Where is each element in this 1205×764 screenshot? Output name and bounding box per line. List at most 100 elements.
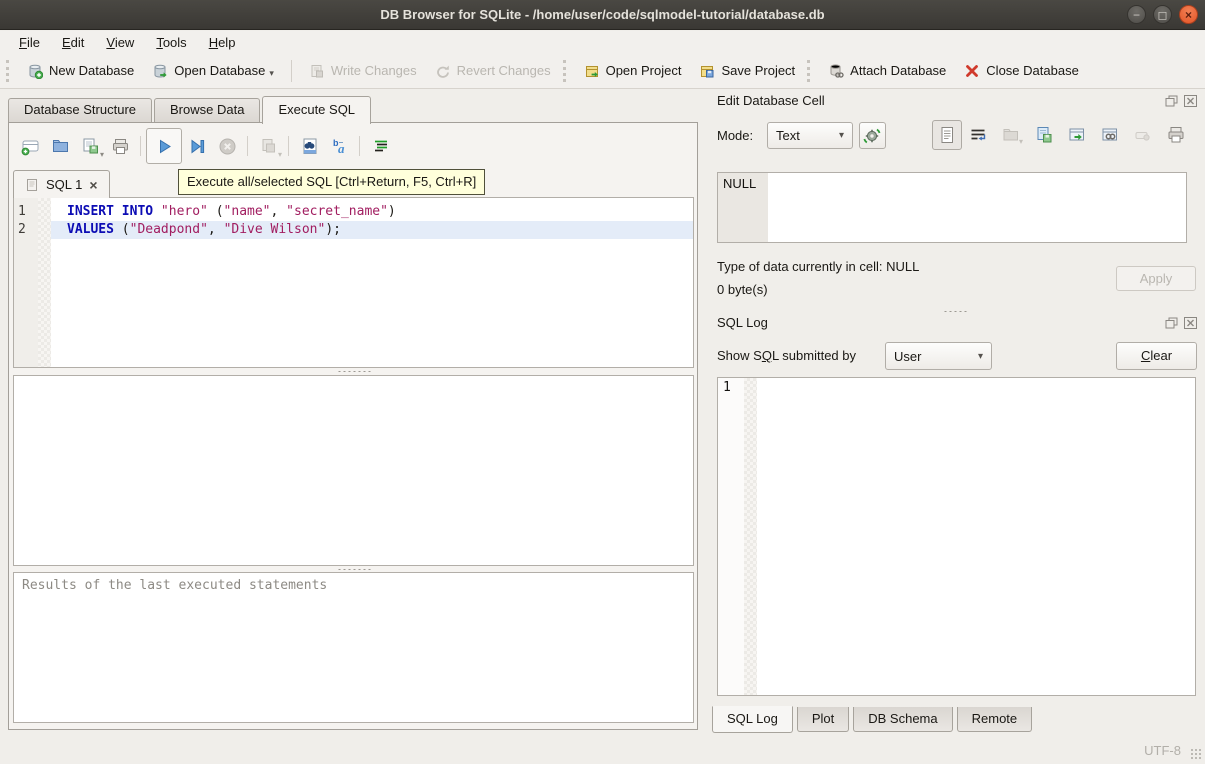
export-cell-data-icon[interactable]	[1031, 122, 1057, 148]
main-tabbar: Database Structure Browse Data Execute S…	[8, 96, 373, 123]
new-database-icon	[27, 63, 43, 79]
text-mode-icon[interactable]	[932, 120, 962, 150]
minimize-button[interactable]: −	[1127, 5, 1146, 24]
toolbar-drag-handle	[6, 60, 11, 82]
replace-icon[interactable]: ba	[324, 131, 354, 161]
results-message-area[interactable]: Results of the last executed statements	[13, 572, 694, 723]
attach-database-button[interactable]: Attach Database	[819, 59, 955, 83]
menu-tools[interactable]: Tools	[145, 33, 197, 52]
open-project-button[interactable]: Open Project	[575, 59, 691, 83]
tab-browse-data[interactable]: Browse Data	[154, 98, 260, 124]
save-project-button[interactable]: Save Project	[690, 59, 804, 83]
dock-close-icon[interactable]	[1183, 94, 1197, 107]
tab-database-structure[interactable]: Database Structure	[8, 98, 152, 124]
edit-cell-toolbar: Mode: Text ▾ ▾	[712, 122, 1199, 152]
attach-database-icon	[828, 63, 844, 79]
revert-changes-button: Revert Changes	[426, 59, 560, 83]
sql-doc-tab-close-icon[interactable]: ×	[89, 177, 97, 193]
log-filter-select[interactable]: User ▾	[885, 342, 992, 370]
toolbar-drag-handle	[563, 60, 568, 82]
apply-button: Apply	[1116, 266, 1196, 291]
dock-float-icon[interactable]	[1164, 94, 1178, 107]
dock-area: Edit Database Cell Mode: Text ▾ ▾ NULL T…	[712, 92, 1199, 738]
save-project-label: Save Project	[721, 63, 795, 78]
gear-icon	[860, 123, 885, 148]
log-fold-margin	[744, 378, 757, 695]
new-sql-tab-icon[interactable]	[15, 131, 45, 161]
open-sql-file-icon[interactable]	[45, 131, 75, 161]
open-in-external-icon[interactable]	[1064, 122, 1090, 148]
results-grid[interactable]	[13, 375, 694, 566]
sql-string: "Dive Wilson"	[224, 222, 326, 237]
log-line-number: 1	[723, 380, 731, 395]
open-database-menu-arrow[interactable]: ▾	[269, 68, 274, 79]
titlebar: DB Browser for SQLite - /home/user/code/…	[0, 0, 1205, 30]
window-title: DB Browser for SQLite - /home/user/code/…	[0, 0, 1205, 30]
menu-help[interactable]: Help	[198, 33, 247, 52]
print-sql-icon[interactable]	[105, 131, 135, 161]
sql-toolbar-separator	[288, 136, 289, 156]
dock-tabbar: SQL Log Plot DB Schema Remote	[712, 707, 1036, 734]
mode-label: Mode:	[717, 128, 753, 143]
menu-view[interactable]: View	[95, 33, 145, 52]
execute-all-icon[interactable]	[146, 128, 182, 164]
splitter-handle[interactable]	[13, 368, 694, 374]
dock-tab-plot[interactable]: Plot	[797, 707, 849, 732]
toolbar-drag-handle	[807, 60, 812, 82]
dock-float-icon[interactable]	[1164, 316, 1178, 329]
sql-editor[interactable]: 1 2 INSERT INTO "hero" ("name", "secret_…	[13, 197, 694, 368]
write-changes-icon	[309, 63, 325, 79]
write-changes-button: Write Changes	[300, 59, 426, 83]
log-line-number-gutter: 1	[718, 378, 744, 695]
copy-link-icon[interactable]	[1097, 122, 1123, 148]
word-wrap-icon[interactable]	[965, 122, 991, 148]
find-icon[interactable]	[294, 131, 324, 161]
set-null-icon	[1130, 122, 1156, 148]
print-cell-icon[interactable]	[1163, 122, 1189, 148]
sql-log-controls: Show SQL submitted by User ▾ Clear	[712, 342, 1199, 372]
cell-editor[interactable]: NULL	[717, 172, 1187, 243]
new-database-label: New Database	[49, 63, 134, 78]
menubar: File Edit View Tools Help	[0, 31, 1205, 53]
open-project-label: Open Project	[606, 63, 682, 78]
fold-margin	[38, 198, 51, 367]
code-line-1: INSERT INTO "hero" ("name", "secret_name…	[51, 203, 693, 221]
auto-apply-button[interactable]	[859, 122, 886, 149]
sql-toolbar-separator	[247, 136, 248, 156]
open-database-button[interactable]: Open Database ▾	[143, 59, 283, 83]
dock-close-icon[interactable]	[1183, 316, 1197, 329]
save-sql-file-icon[interactable]: ▾	[75, 131, 105, 161]
execute-current-line-icon[interactable]	[182, 131, 212, 161]
close-button[interactable]: ×	[1179, 5, 1198, 24]
menu-edit[interactable]: Edit	[51, 33, 95, 52]
line-number: 1	[18, 203, 36, 221]
dock-tab-sql-log[interactable]: SQL Log	[712, 706, 793, 733]
sql-keyword: VALUES	[67, 222, 114, 237]
dock-tab-db-schema[interactable]: DB Schema	[853, 707, 952, 732]
maximize-button[interactable]: ◻	[1153, 5, 1172, 24]
save-sql-menu-arrow[interactable]: ▾	[100, 150, 104, 159]
mode-select[interactable]: Text ▾	[767, 122, 853, 149]
format-sql-icon[interactable]	[365, 131, 395, 161]
sql-doc-tab-label: SQL 1	[46, 177, 82, 192]
revert-changes-icon	[435, 63, 451, 79]
line-number: 2	[18, 221, 36, 239]
clear-log-button[interactable]: Clear	[1116, 342, 1197, 370]
sql-doc-tab[interactable]: SQL 1 ×	[13, 170, 110, 198]
revert-changes-label: Revert Changes	[457, 63, 551, 78]
sql-log-view[interactable]: 1	[717, 377, 1196, 696]
sql-doc-tabbar: SQL 1 ×	[13, 170, 110, 198]
dock-tab-remote[interactable]: Remote	[957, 707, 1033, 732]
execute-sql-panel: ▾ ▾ ba SQL 1 × 1 2	[8, 122, 698, 730]
encoding-indicator[interactable]: UTF-8	[1144, 743, 1181, 758]
code-area[interactable]: INSERT INTO "hero" ("name", "secret_name…	[51, 198, 693, 367]
menu-file[interactable]: File	[8, 33, 51, 52]
mode-select-value: Text	[776, 128, 800, 143]
new-database-button[interactable]: New Database	[18, 59, 143, 83]
sql-identifier: "secret_name"	[286, 204, 388, 219]
resize-grip[interactable]	[1190, 748, 1202, 760]
save-project-icon	[699, 63, 715, 79]
tab-execute-sql[interactable]: Execute SQL	[262, 96, 371, 124]
close-database-button[interactable]: Close Database	[955, 59, 1088, 83]
sql-toolbar: ▾ ▾ ba	[15, 126, 395, 166]
